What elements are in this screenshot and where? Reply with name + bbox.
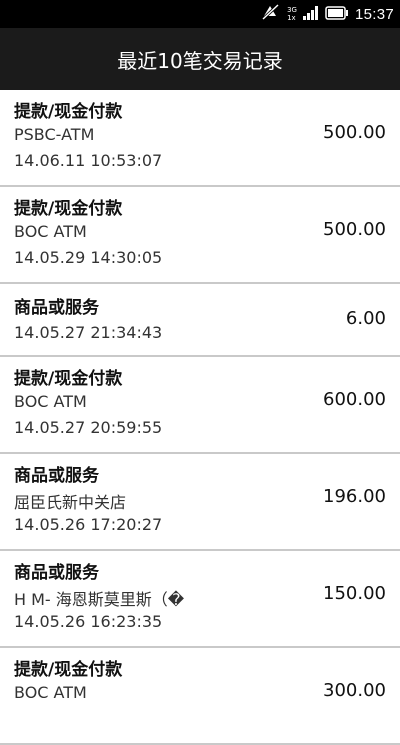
transaction-merchant: BOC ATM bbox=[14, 392, 87, 411]
transaction-type: 提款/现金付款 bbox=[14, 369, 123, 389]
transaction-amount: 196.00 bbox=[323, 486, 386, 507]
transaction-amount: 500.00 bbox=[323, 122, 386, 143]
transaction-time: 14.05.26 17:20:27 bbox=[14, 515, 163, 534]
network-bottom-label: 1x bbox=[287, 14, 296, 22]
signal-icon bbox=[302, 5, 319, 24]
transaction-merchant: 屈臣氏新中关店 bbox=[14, 493, 127, 512]
transaction-amount: 300.00 bbox=[323, 680, 386, 701]
transaction-amount: 600.00 bbox=[323, 389, 386, 410]
transaction-type: 商品或服务 bbox=[14, 466, 99, 486]
transaction-row[interactable]: 商品或服务 14.05.27 21:34:43 6.00 bbox=[0, 284, 400, 357]
transaction-row[interactable]: 提款/现金付款 BOC ATM 14.05.27 20:59:55 600.00 bbox=[0, 357, 400, 454]
status-icons: 3G 1x 15:37 bbox=[261, 0, 394, 28]
transaction-row[interactable]: 商品或服务 H M- 海恩斯莫里斯（� 14.05.26 16:23:35 15… bbox=[0, 551, 400, 648]
transaction-time: 14.05.26 16:23:35 bbox=[14, 612, 163, 631]
status-bar: 3G 1x 15:37 bbox=[0, 0, 400, 28]
app-header: 最近10笔交易记录 bbox=[0, 28, 400, 90]
transaction-merchant: BOC ATM bbox=[14, 683, 87, 702]
transaction-amount: 6.00 bbox=[345, 308, 386, 329]
battery-icon bbox=[325, 5, 349, 24]
network-top-label: 3G bbox=[287, 6, 297, 14]
transaction-time: 14.05.29 14:30:05 bbox=[14, 248, 163, 267]
transaction-list: 提款/现金付款 PSBC-ATM 14.06.11 10:53:07 500.0… bbox=[0, 90, 400, 745]
transaction-row[interactable]: 商品或服务 屈臣氏新中关店 14.05.26 17:20:27 196.00 bbox=[0, 454, 400, 551]
transaction-type: 提款/现金付款 bbox=[14, 199, 123, 219]
transaction-row[interactable]: 提款/现金付款 BOC ATM 14.05.29 14:30:05 500.00 bbox=[0, 187, 400, 284]
transaction-type: 提款/现金付款 bbox=[14, 102, 123, 122]
transaction-merchant: BOC ATM bbox=[14, 222, 87, 241]
transaction-row[interactable]: 提款/现金付款 PSBC-ATM 14.06.11 10:53:07 500.0… bbox=[0, 90, 400, 187]
transaction-row[interactable]: 提款/现金付款 BOC ATM 300.00 bbox=[0, 648, 400, 745]
transaction-time: 14.05.27 21:34:43 bbox=[14, 323, 163, 342]
transaction-time: 14.06.11 10:53:07 bbox=[14, 151, 163, 170]
transaction-type: 商品或服务 bbox=[14, 298, 99, 318]
network-type: 3G 1x bbox=[287, 6, 297, 22]
page-title: 最近10笔交易记录 bbox=[117, 48, 283, 73]
status-time: 15:37 bbox=[354, 5, 394, 23]
muted-icon bbox=[261, 3, 281, 24]
transaction-merchant: H M- 海恩斯莫里斯（� bbox=[14, 590, 185, 609]
transaction-type: 提款/现金付款 bbox=[14, 660, 123, 680]
transaction-amount: 500.00 bbox=[323, 219, 386, 240]
transaction-merchant: PSBC-ATM bbox=[14, 125, 95, 144]
transaction-type: 商品或服务 bbox=[14, 563, 99, 583]
transaction-amount: 150.00 bbox=[323, 583, 386, 604]
transaction-time: 14.05.27 20:59:55 bbox=[14, 418, 163, 437]
